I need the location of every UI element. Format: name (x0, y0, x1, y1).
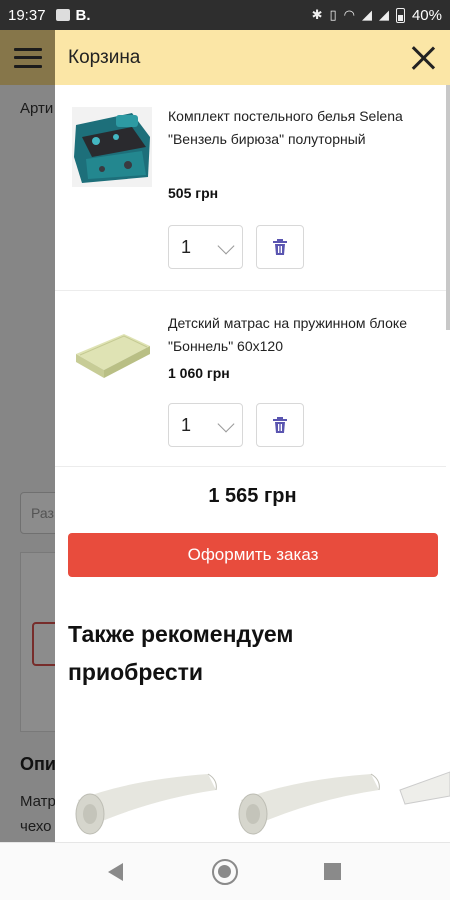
recent-apps-icon[interactable] (324, 863, 341, 880)
battery-icon (395, 7, 405, 23)
quantity-value: 1 (181, 414, 192, 435)
chevron-down-icon (217, 415, 235, 433)
cart-header: Корзина (55, 30, 450, 85)
recommended-product-image[interactable] (68, 750, 218, 842)
product-image-mattress[interactable] (72, 314, 152, 394)
notification-app-icon: B. (75, 6, 91, 24)
trash-icon (273, 239, 287, 255)
status-time: 19:37 (8, 6, 46, 24)
quantity-value: 1 (181, 236, 192, 257)
cart-item: Комплект постельного белья Selena "Вензе… (55, 85, 446, 291)
product-price: 505 грн (168, 185, 219, 201)
quantity-select[interactable]: 1 (168, 403, 243, 447)
status-icons: ✱ ▯ ◠ ◢ ◢ 40% (312, 7, 442, 24)
cart-total: 1 565 грн (208, 485, 297, 507)
vibrate-icon: ▯ (329, 7, 337, 22)
remove-item-button[interactable] (256, 403, 304, 447)
cart-drawer: Корзина Комплект постельного белья Selen… (55, 30, 450, 842)
chevron-down-icon (217, 237, 235, 255)
checkout-button[interactable]: Оформить заказ (68, 533, 438, 577)
message-icon (55, 9, 70, 21)
status-bar: 19:37 B. ✱ ▯ ◠ ◢ ◢ 40% (0, 0, 450, 30)
recommended-product-image[interactable] (395, 750, 450, 842)
trash-icon (273, 417, 287, 433)
recommendations-list (55, 750, 450, 842)
product-image-bedding[interactable] (72, 107, 152, 187)
signal-icon-2: ◢ (378, 7, 389, 22)
quantity-select[interactable]: 1 (168, 225, 243, 269)
recommended-product-image[interactable] (231, 750, 381, 842)
remove-item-button[interactable] (256, 225, 304, 269)
navigation-bar (0, 842, 450, 900)
product-name[interactable]: Детский матрас на пружинном блоке "Бонне… (168, 312, 418, 358)
scrollbar[interactable] (446, 85, 450, 330)
close-icon[interactable] (410, 45, 436, 71)
product-name[interactable]: Комплект постельного белья Selena "Вензе… (168, 105, 418, 151)
product-price: 1 060 грн (168, 365, 230, 381)
recommendations-title: Также рекомендуем приобрести (68, 621, 294, 685)
back-icon[interactable] (108, 863, 123, 881)
bluetooth-icon: ✱ (311, 7, 323, 22)
battery-percent: 40% (411, 6, 442, 24)
cart-item: Детский матрас на пружинном блоке "Бонне… (55, 292, 446, 467)
signal-icon: ◢ (361, 7, 372, 22)
home-icon[interactable] (212, 859, 238, 885)
wifi-icon: ◠ (343, 7, 355, 22)
cart-title: Корзина (68, 46, 141, 68)
